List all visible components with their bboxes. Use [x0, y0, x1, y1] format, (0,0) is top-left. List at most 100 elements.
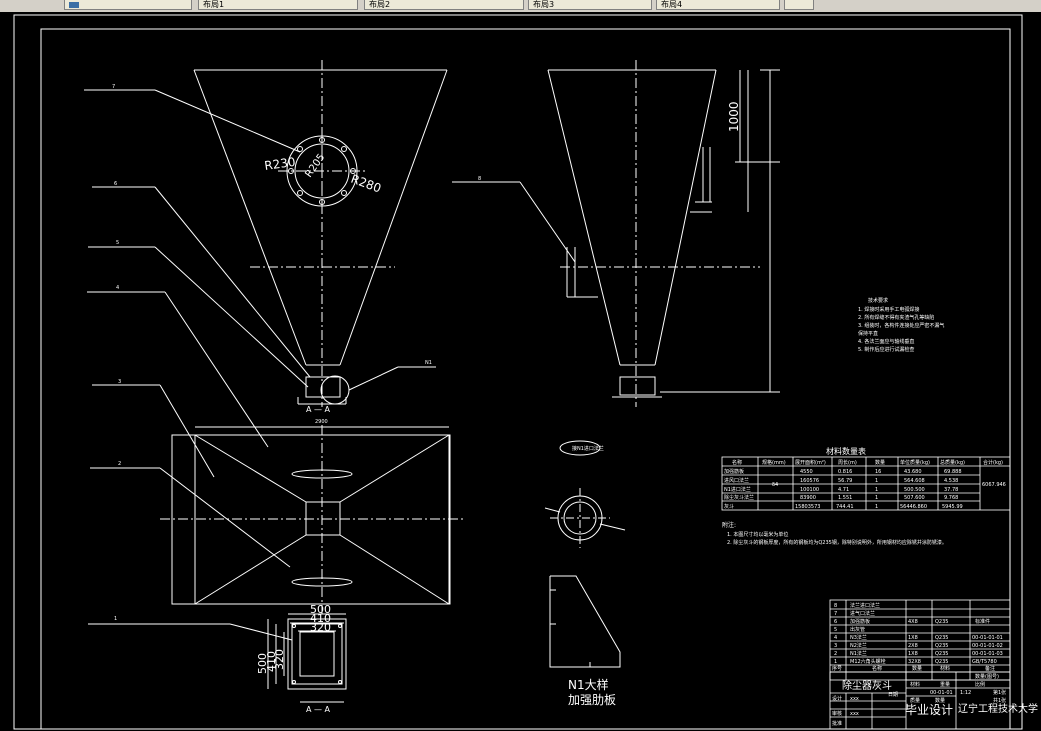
bom-cell: 1X8	[908, 651, 918, 657]
mt-header: 单位质量(kg)	[900, 459, 930, 466]
balloon-4: 4	[116, 285, 119, 291]
mt-cell: 4550	[800, 469, 813, 475]
mt-cell: 1	[875, 504, 878, 510]
bom-cell: M12六角头螺栓	[850, 658, 886, 665]
detail-note: 接N1进口法兰	[572, 445, 604, 452]
mt-cell: 15803573	[795, 504, 820, 510]
tb-material-field: 材料	[910, 681, 920, 688]
remarks-title: 附注:	[722, 521, 736, 529]
bom-cell: 6	[834, 619, 837, 625]
bom-cell: 3	[834, 643, 837, 649]
mt-cell: 56.79	[838, 478, 852, 484]
bom-cell: Q235	[935, 651, 948, 657]
balloon-5: 5	[116, 240, 119, 246]
model-tab-icon	[69, 2, 79, 8]
tab-layout-2[interactable]: 布局2	[364, 0, 524, 10]
note-line: 2. 所有焊缝不得有夹渣气孔等缺陷	[858, 314, 934, 321]
tb-sheet: 第1张	[993, 689, 1006, 696]
notes-title: 技术要求	[868, 297, 888, 304]
tab-label: 布局4	[661, 0, 683, 9]
n1-detail-subtitle: 加强肋板	[568, 692, 616, 707]
mt-cell: 灰斗	[724, 503, 734, 510]
tb-approver-label: 批准	[832, 720, 842, 727]
mt-cell: δ4	[772, 482, 778, 488]
balloon-8: 8	[478, 176, 481, 182]
tb-designer-label: 设计	[832, 695, 842, 702]
note-line: 1. 焊接时采用手工电弧焊接	[858, 306, 919, 313]
bom-cell: 加强筋板	[850, 618, 870, 625]
mt-cell: 507.600	[904, 495, 925, 501]
tab-label: 布局3	[533, 0, 555, 9]
tab-layout-1[interactable]: 布局1	[198, 0, 358, 10]
mt-cell: 进风口法兰	[724, 477, 749, 484]
bom-cell: 法兰进口法兰	[850, 602, 880, 609]
mt-cell: 4.71	[838, 487, 849, 493]
mt-cell: 16	[875, 469, 881, 475]
balloon-1: 1	[114, 616, 117, 622]
bom-cell: 出灰管	[850, 626, 865, 633]
bom-cell: 4X8	[908, 619, 918, 625]
bom-cell: N3法兰	[850, 634, 867, 641]
tb-scale-label: 比例	[975, 681, 985, 688]
mt-cell: 1.551	[838, 495, 852, 501]
mt-cell: 564.608	[904, 478, 925, 484]
mt-cell: 500.500	[904, 487, 925, 493]
mt-cell: 加强筋板	[724, 468, 744, 475]
bom-cell: 00-01-01-01	[972, 635, 1003, 641]
mt-cell: 0.816	[838, 469, 852, 475]
bom-cell: Q235	[935, 643, 948, 649]
mt-cell: 83900	[800, 495, 816, 501]
mt-header: 数量	[875, 459, 885, 466]
bom-cell: 00-01-01-02	[972, 643, 1003, 649]
note-line: 5. 制作后应进行试漏检查	[858, 346, 914, 353]
bom-cell: 32X8	[908, 659, 921, 665]
mt-cell: 69.888	[944, 469, 962, 475]
section-label-aa-1: A — A	[306, 405, 331, 414]
mt-total: 6067.946	[982, 482, 1006, 488]
mt-cell: N1进口法兰	[724, 486, 751, 493]
n1-callout: N1	[425, 360, 432, 366]
balloon-2: 2	[118, 461, 121, 467]
note-line: 保持平直	[858, 330, 878, 337]
mt-header: 总质量(kg)	[940, 459, 965, 466]
mt-cell: 1	[875, 495, 878, 501]
balloon-6: 6	[114, 181, 117, 187]
tab-layout-4[interactable]: 布局4	[656, 0, 780, 10]
cad-drawing-canvas[interactable]: R230 R205 R280 A — A N1 7 6 5 4 3 2 1 8 …	[0, 12, 1041, 731]
remark-line: 2. 除尘灰斗的钢板厚度，所有的钢板均为Q235钢，除特别说明外，所用钢材均应除…	[727, 539, 947, 546]
material-table-title: 材料数量表	[826, 446, 866, 456]
dim-320-w: 320	[310, 621, 331, 634]
mt-header: 名称	[732, 459, 742, 466]
bom-cell: GB/T5780	[972, 659, 997, 665]
mt-cell: 744.41	[836, 504, 854, 510]
mt-cell: 4.538	[944, 478, 958, 484]
tb-sheets: 共1张	[993, 697, 1006, 704]
bom-cell: 1	[834, 659, 837, 665]
mt-cell: 1	[875, 478, 878, 484]
tab-layout-3[interactable]: 布局3	[528, 0, 652, 10]
note-line: 3. 组装时，各构件连接处应严密不漏气	[858, 322, 944, 329]
bom-cell: 4	[834, 635, 837, 641]
part-name: 除尘器灰斗	[842, 679, 892, 692]
tab-extra[interactable]	[784, 0, 814, 10]
balloon-7: 7	[112, 84, 115, 90]
remark-line: 1. 本图尺寸均以毫米为单位	[727, 531, 788, 538]
mt-cell: 100100	[800, 487, 819, 493]
note-line: 4. 各法兰面应与轴线垂直	[858, 338, 914, 345]
bom-cell: 7	[834, 611, 837, 617]
bom-cell: 标准件	[975, 618, 990, 625]
mt-header: 周长(m)	[838, 459, 857, 466]
tb-scale: 1:12	[960, 690, 971, 696]
tab-model[interactable]	[64, 0, 192, 10]
bom-cell: 5	[834, 627, 837, 633]
bom-cell: N1法兰	[850, 650, 867, 657]
dim-1000: 1000	[727, 101, 741, 132]
tb-qty-label: 数量	[935, 697, 945, 704]
dim-320-h: 320	[273, 649, 286, 670]
bom-header: 备注	[985, 665, 995, 672]
mt-cell: 37.78	[944, 487, 958, 493]
bom-cell: 2	[834, 651, 837, 657]
bom-cell: 2X8	[908, 643, 918, 649]
mt-cell: 160576	[800, 478, 819, 484]
bom-header: 材料	[940, 665, 950, 672]
